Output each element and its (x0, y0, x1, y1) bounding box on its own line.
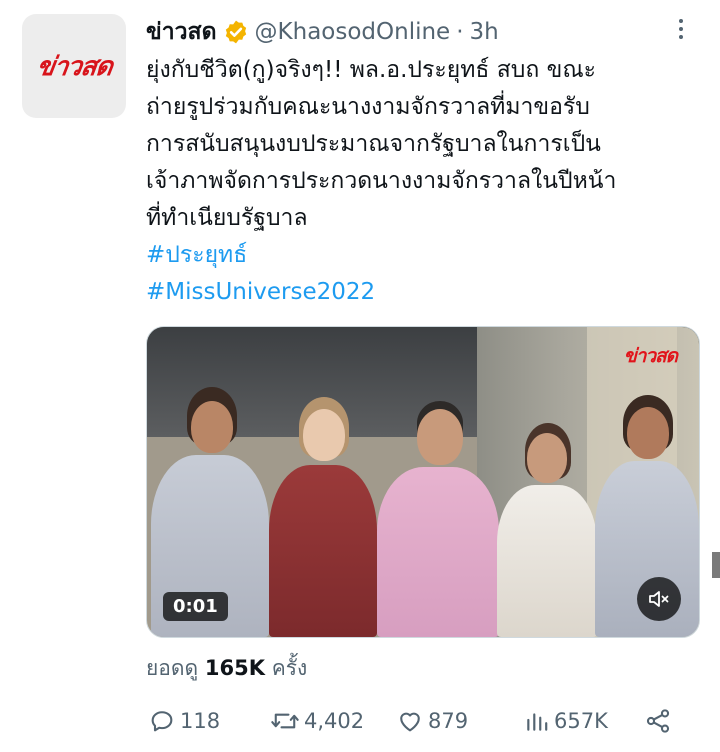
video-figure (377, 401, 499, 637)
share-button[interactable] (644, 704, 672, 738)
retweet-button[interactable]: 4,402 (270, 704, 364, 738)
verified-badge-icon (225, 20, 246, 44)
view-stat-count: 657K (554, 709, 608, 733)
reply-icon (151, 711, 173, 732)
tweet-text: ยุ่งกับชีวิต(กู)จริงๆ!! พล.อ.ประยุทธ์ สบ… (146, 52, 706, 311)
view-count-line: ยอดดู 165K ครั้ง (146, 652, 307, 685)
analytics-bar-icon (527, 713, 548, 731)
like-button[interactable]: 879 (396, 704, 468, 738)
video-timestamp: 0:01 (163, 592, 228, 621)
tweet-text-line: ถ่ายรูปร่วมกับคณะนางงามจักรวาลที่มาขอรับ (146, 94, 590, 120)
tweet-text-line: ยุ่งกับชีวิต(กู)จริงๆ!! พล.อ.ประยุทธ์ สบ… (146, 57, 597, 83)
analytics-button[interactable]: 657K (524, 704, 608, 738)
scrollbar-thumb[interactable] (712, 552, 720, 578)
like-count: 879 (428, 709, 469, 733)
muted-speaker-icon (649, 591, 669, 607)
video-figure (497, 423, 597, 637)
tweet-text-line: เจ้าภาพจัดการประกวดนางงามจักรวาลในปีหน้า (146, 168, 617, 194)
mute-button[interactable] (637, 577, 681, 621)
share-icon (646, 709, 670, 733)
avatar-logo-text: ข่าวสด (34, 51, 114, 82)
retweet-icon (271, 713, 299, 729)
tweet-header: ข่าวสด @KhaosodOnline · 3h (146, 14, 499, 50)
more-options-icon[interactable] (668, 16, 694, 42)
handle[interactable]: @KhaosodOnline (255, 19, 451, 45)
separator-dot: · (456, 19, 464, 45)
views-suffix: ครั้ง (271, 656, 308, 680)
video-figure (269, 397, 377, 637)
tweet-text-line: การสนับสนุนงบประมาณจากรัฐบาลในการเป็น (146, 131, 601, 157)
video-player[interactable]: ข่าวสด 0:01 (146, 326, 700, 638)
avatar[interactable]: ข่าวสด (22, 14, 126, 118)
video-watermark: ข่าวสด (623, 345, 678, 367)
retweet-count: 4,402 (304, 709, 365, 733)
hashtag-link-prayut[interactable]: #ประยุทธ์ (146, 237, 706, 274)
heart-icon (400, 712, 420, 732)
views-count: 165K (204, 656, 265, 680)
reply-count: 118 (180, 709, 221, 733)
hashtag-link-missuniverse[interactable]: #MissUniverse2022 (146, 274, 706, 311)
display-name[interactable]: ข่าวสด (146, 14, 217, 50)
views-label: ยอดดู (146, 656, 199, 680)
reply-button[interactable]: 118 (148, 704, 220, 738)
timestamp[interactable]: 3h (470, 19, 499, 45)
tweet-text-line: ที่ทำเนียบรัฐบาล (146, 205, 308, 231)
